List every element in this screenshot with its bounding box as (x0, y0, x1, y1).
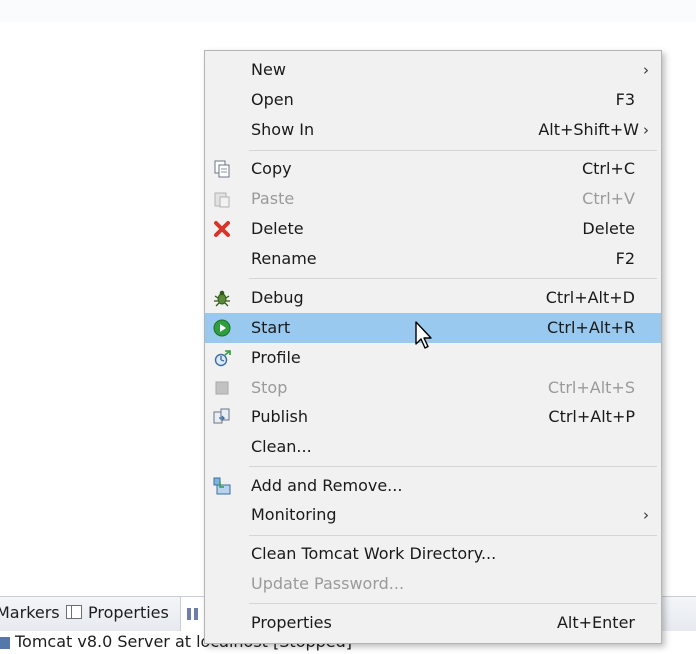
mouse-pointer-icon (415, 321, 432, 349)
menu-separator (249, 466, 657, 467)
menu-item-shortcut: Alt+Enter (556, 613, 635, 632)
tab-properties[interactable]: Properties (66, 597, 169, 631)
delete-icon (214, 221, 230, 237)
menu-item-label: Clean Tomcat Work Directory... (251, 544, 497, 563)
menu-item-paste[interactable]: Paste Ctrl+V (205, 184, 661, 214)
add-remove-icon (213, 477, 231, 495)
menu-item-label: Rename (251, 249, 317, 268)
servers-icon (187, 608, 198, 620)
paste-icon (214, 192, 230, 208)
menu-item-label: New (251, 60, 286, 79)
menu-item-rename[interactable]: Rename F2 (205, 244, 661, 274)
start-run-icon (213, 319, 231, 337)
menu-item-open[interactable]: Open F3 (205, 85, 661, 115)
menu-item-show-in[interactable]: Show In Alt+Shift+W › (205, 115, 661, 145)
submenu-arrow-icon: › (643, 61, 649, 79)
menu-item-label: Update Password... (251, 574, 405, 593)
menu-separator (249, 150, 657, 151)
menu-item-label: Publish (251, 407, 309, 426)
menu-item-clean[interactable]: Clean... (205, 432, 661, 462)
menu-item-label: Open (251, 90, 294, 109)
menu-item-properties[interactable]: Properties Alt+Enter (205, 608, 661, 638)
copy-icon (214, 160, 230, 178)
menu-separator (249, 603, 657, 604)
menu-item-monitoring[interactable]: Monitoring › (205, 500, 661, 530)
menu-item-shortcut: Ctrl+V (582, 189, 635, 208)
menu-item-clean-tomcat-work-directory[interactable]: Clean Tomcat Work Directory... (205, 539, 661, 569)
menu-item-label: Stop (251, 378, 288, 397)
menu-item-label: Copy (251, 159, 292, 178)
menu-item-new[interactable]: New › (205, 55, 661, 85)
menu-item-publish[interactable]: Publish Ctrl+Alt+P (205, 402, 661, 432)
menu-item-label: Show In (251, 120, 315, 139)
publish-icon (213, 408, 230, 424)
editor-background (0, 0, 696, 22)
tab-markers-label: Markers (0, 603, 60, 622)
menu-separator (249, 278, 657, 279)
menu-item-shortcut: Alt+Shift+W (538, 120, 639, 139)
properties-icon (66, 604, 82, 619)
menu-item-shortcut: F2 (615, 249, 635, 268)
menu-item-update-password[interactable]: Update Password... (205, 569, 661, 599)
menu-item-label: Paste (251, 189, 295, 208)
profile-icon (214, 350, 231, 367)
menu-item-label: Properties (251, 613, 332, 632)
menu-item-label: Delete (251, 219, 304, 238)
server-icon (0, 636, 10, 649)
menu-item-label: Start (251, 318, 291, 337)
submenu-arrow-icon: › (643, 506, 649, 524)
menu-item-debug[interactable]: Debug Ctrl+Alt+D (205, 283, 661, 313)
tab-properties-label: Properties (88, 603, 169, 622)
menu-item-shortcut: Ctrl+Alt+P (548, 407, 635, 426)
menu-item-delete[interactable]: Delete Delete (205, 214, 661, 244)
menu-item-shortcut: Ctrl+Alt+R (546, 318, 635, 337)
menu-item-copy[interactable]: Copy Ctrl+C (205, 154, 661, 184)
menu-item-label: Clean... (251, 437, 312, 456)
submenu-arrow-icon: › (643, 121, 649, 139)
menu-item-stop[interactable]: Stop Ctrl+Alt+S (205, 373, 661, 403)
menu-item-shortcut: Ctrl+Alt+D (545, 288, 635, 307)
tab-markers[interactable]: Markers (0, 597, 60, 631)
menu-item-add-remove[interactable]: Add and Remove... (205, 471, 661, 501)
menu-item-shortcut: Ctrl+C (581, 159, 635, 178)
stop-icon (215, 381, 229, 395)
menu-item-label: Profile (251, 348, 301, 367)
menu-item-shortcut: Ctrl+Alt+S (547, 378, 635, 397)
menu-item-label: Add and Remove... (251, 476, 403, 495)
menu-item-label: Debug (251, 288, 304, 307)
menu-separator (249, 535, 657, 536)
menu-item-shortcut: F3 (615, 90, 635, 109)
debug-bug-icon (214, 290, 230, 307)
menu-item-label: Monitoring (251, 505, 337, 524)
menu-item-shortcut: Delete (582, 219, 635, 238)
